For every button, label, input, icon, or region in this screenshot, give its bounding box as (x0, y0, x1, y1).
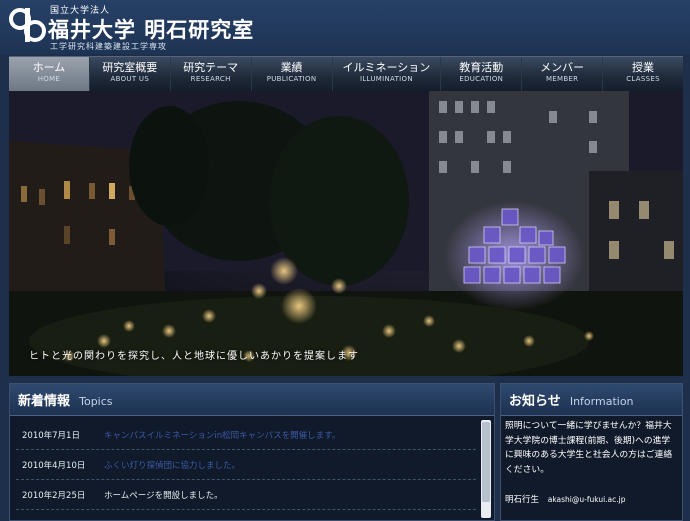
nav-sublabel: EDUCATION (459, 75, 504, 83)
list-item: 2010年2月25日 ホームページを開設しました。 (16, 480, 476, 510)
nav-item-member[interactable]: メンバー MEMBER (522, 57, 604, 91)
info-header: お知らせ Information (501, 384, 682, 416)
list-item: 2010年4月10日 ふくい灯り探偵団に協力しました。 (16, 450, 476, 480)
info-title: お知らせ (509, 394, 561, 409)
site-header: 国立大学法人 福井大学 明石研究室 工学研究科建築建設工学専攻 (0, 0, 690, 54)
site-title[interactable]: 福井大学 明石研究室 (48, 14, 254, 44)
nav-sublabel: HOME (37, 75, 61, 83)
nav-item-about[interactable]: 研究室概要 ABOUT US (90, 57, 171, 91)
nav-item-illumination[interactable]: イルミネーション ILLUMINATION (333, 57, 442, 91)
nav-label: メンバー (540, 61, 585, 74)
hero-image: ヒトと光の関わりを探究し、人と地球に優しいあかりを提案します (9, 91, 683, 376)
contact-email[interactable]: akashi@u-fukui.ac.jp (548, 495, 626, 504)
info-message: 照明について一緒に学びませんか？福井大学大学院の博士課程(前期、後期)への進学に… (505, 421, 673, 475)
topics-list: 2010年7月1日 キャンパスイルミネーションin松岡キャンパスを開催します。 … (16, 420, 476, 510)
main-nav: ホーム HOME 研究室概要 ABOUT US 研究テーマ RESEARCH 業… (9, 56, 683, 91)
topics-title: 新着情報 (18, 394, 71, 409)
nav-label: イルミネーション (342, 61, 431, 74)
topic-text: ホームページを開設しました。 (104, 490, 223, 501)
nav-sublabel: CLASSES (626, 75, 660, 83)
topic-date: 2010年7月1日 (22, 430, 80, 441)
nav-label: 授業 (632, 61, 655, 74)
nav-item-education[interactable]: 教育活動 EDUCATION (441, 57, 523, 91)
contact-line: 明石行生 akashi@u-fukui.ac.jp (505, 493, 678, 508)
nav-label: 業績 (280, 61, 303, 74)
night-campus-illustration (9, 91, 683, 376)
scrollbar-thumb[interactable] (482, 422, 490, 502)
topics-panel: 新着情報 Topics 2010年7月1日 キャンパスイルミネーションin松岡キ… (9, 383, 495, 521)
list-item: 2010年7月1日 キャンパスイルミネーションin松岡キャンパスを開催します。 (16, 420, 476, 450)
topic-date: 2010年4月10日 (22, 460, 86, 471)
nav-sublabel: RESEARCH (190, 75, 231, 83)
info-subtitle: Information (569, 395, 634, 408)
nav-label: 研究テーマ (183, 61, 239, 74)
topic-link[interactable]: ふくい灯り探偵団に協力しました。 (104, 459, 240, 471)
nav-label: 研究室概要 (102, 61, 158, 74)
nav-item-classes[interactable]: 授業 CLASSES (603, 57, 683, 91)
nav-sublabel: MEMBER (545, 75, 579, 83)
topics-header: 新着情報 Topics (10, 384, 494, 416)
nav-sublabel: ABOUT US (110, 75, 150, 83)
topics-scrollbar[interactable] (481, 420, 491, 518)
information-panel: お知らせ Information 照明について一緒に学びませんか？福井大学大学院… (500, 383, 683, 521)
university-logo-icon[interactable] (8, 5, 46, 45)
nav-label: ホーム (32, 61, 66, 74)
nav-item-publication[interactable]: 業績 PUBLICATION (252, 57, 333, 91)
info-body: 照明について一緒に学びませんか？福井大学大学院の博士課程(前期、後期)への進学に… (505, 419, 678, 508)
department-label: 工学研究科建築建設工学専攻 (50, 42, 167, 51)
topics-subtitle: Topics (79, 395, 113, 408)
hero-caption: ヒトと光の関わりを探究し、人と地球に優しいあかりを提案します (29, 351, 359, 362)
nav-label: 教育活動 (459, 61, 504, 74)
topic-link[interactable]: キャンパスイルミネーションin松岡キャンパスを開催します。 (104, 429, 340, 441)
contact-name: 明石行生 (505, 495, 540, 505)
topic-date: 2010年2月25日 (22, 490, 86, 501)
nav-sublabel: ILLUMINATION (359, 75, 413, 83)
nav-item-home[interactable]: ホーム HOME (9, 57, 90, 91)
nav-item-research[interactable]: 研究テーマ RESEARCH (171, 57, 252, 91)
nav-sublabel: PUBLICATION (266, 75, 317, 83)
